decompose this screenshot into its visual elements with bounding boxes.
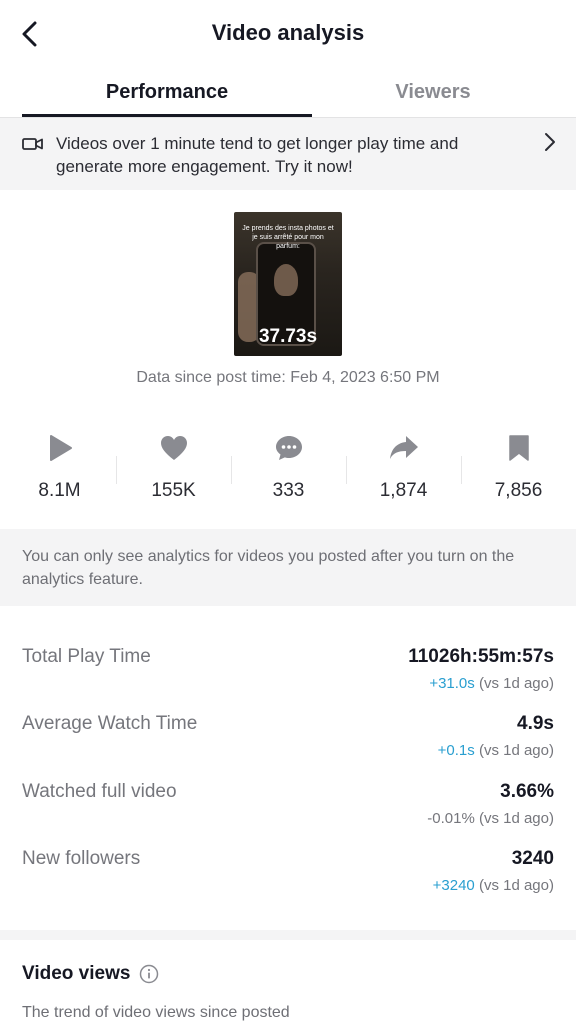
metric-value: 3240 — [511, 848, 554, 869]
stat-value: 333 — [272, 480, 305, 501]
thumbnail-person — [274, 264, 298, 296]
metric-label: Average Watch Time — [22, 713, 198, 734]
metric-label: Watched full video — [22, 781, 177, 802]
metric-value: 4.9s — [517, 713, 554, 734]
active-tab-indicator — [22, 114, 312, 117]
stat-value: 7,856 — [494, 480, 543, 501]
metric-watched-full-video: Watched full video 3.66% -0.01% (vs 1d a… — [22, 781, 554, 841]
metric-delta: +0.1s (vs 1d ago) — [437, 742, 554, 759]
metric-value: 11026h:55m:57s — [408, 646, 554, 667]
play-icon — [49, 435, 72, 461]
stat-views[interactable]: 8.1M — [2, 426, 117, 526]
video-thumbnail[interactable]: Je prends des insta photos et je suis ar… — [234, 212, 342, 356]
thumbnail-caption: Je prends des insta photos et je suis ar… — [242, 225, 334, 250]
banner-text: Videos over 1 minute tend to get longer … — [56, 134, 459, 176]
stat-value: 8.1M — [38, 480, 81, 501]
metric-new-followers: New followers 3240 +3240 (vs 1d ago) — [22, 848, 554, 908]
video-duration: 37.73s — [258, 326, 318, 347]
long-video-tip-banner[interactable]: Videos over 1 minute tend to get longer … — [0, 118, 576, 190]
metric-value: 3.66% — [500, 781, 554, 802]
section-title: Video views — [22, 963, 131, 984]
metric-total-play-time: Total Play Time 11026h:55m:57s +31.0s (v… — [22, 646, 554, 706]
stat-comments[interactable]: 333 — [231, 426, 346, 526]
page-title: Video analysis — [211, 20, 365, 45]
stat-value: 1,874 — [379, 480, 428, 501]
metric-delta: +31.0s (vs 1d ago) — [429, 675, 554, 692]
tab-bar: Performance Viewers — [0, 68, 576, 118]
share-icon — [389, 436, 418, 459]
metric-delta: +3240 (vs 1d ago) — [432, 877, 554, 894]
metric-average-watch-time: Average Watch Time 4.9s +0.1s (vs 1d ago… — [22, 713, 554, 773]
stat-likes[interactable]: 155K — [116, 426, 231, 526]
heart-icon — [160, 436, 187, 460]
metric-delta: -0.01% (vs 1d ago) — [427, 810, 554, 827]
metric-label: Total Play Time — [22, 646, 151, 667]
metric-label: New followers — [22, 848, 141, 869]
stat-shares[interactable]: 1,874 — [346, 426, 461, 526]
chevron-right-icon[interactable] — [544, 132, 556, 152]
comment-icon — [275, 436, 302, 460]
top-bar: Video analysis — [0, 0, 576, 68]
tab-viewers[interactable]: Viewers — [290, 68, 576, 117]
stat-saves[interactable]: 7,856 — [461, 426, 576, 526]
stat-value: 155K — [151, 480, 196, 501]
section-divider — [0, 930, 576, 940]
tab-performance[interactable]: Performance — [22, 68, 312, 117]
video-camera-icon — [22, 138, 43, 150]
bookmark-icon — [508, 435, 529, 461]
info-icon[interactable] — [139, 964, 159, 984]
video-views-subtitle: The trend of video views since posted — [22, 1004, 290, 1021]
analytics-notice: You can only see analytics for videos yo… — [0, 529, 576, 606]
data-since-text: Data since post time: Feb 4, 2023 6:50 P… — [136, 369, 440, 386]
engagement-stats: 8.1M 155K 333 1,874 7,856 — [0, 426, 576, 526]
video-views-heading: Video views — [22, 963, 159, 985]
